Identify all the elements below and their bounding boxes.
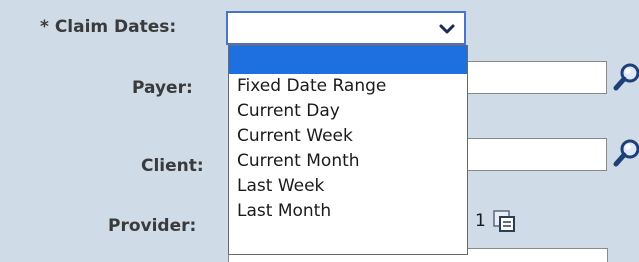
payer-lookup-button[interactable]	[612, 62, 639, 92]
dropdown-option-current-day[interactable]: Current Day	[229, 99, 467, 124]
copy-icon	[493, 210, 515, 232]
provider-copy-button[interactable]	[492, 209, 516, 233]
dropdown-option-current-week[interactable]: Current Week	[229, 124, 467, 149]
client-label: Client:	[141, 156, 204, 176]
claim-dates-select[interactable]	[226, 11, 466, 45]
provider-count: 1	[475, 211, 486, 231]
magnifier-icon	[613, 63, 639, 91]
dropdown-option-current-month[interactable]: Current Month	[229, 149, 467, 174]
dropdown-option-last-week[interactable]: Last Week	[229, 174, 467, 199]
provider-label: Provider:	[108, 216, 197, 236]
dropdown-option-fixed-date-range[interactable]: Fixed Date Range	[229, 74, 467, 99]
chevron-down-icon	[439, 24, 455, 34]
claim-dates-label-text: Claim Dates:	[54, 17, 177, 37]
magnifier-icon	[613, 139, 639, 167]
dropdown-option-last-month[interactable]: Last Month	[229, 199, 467, 224]
dropdown-option-blank[interactable]	[229, 46, 467, 74]
client-lookup-button[interactable]	[612, 138, 639, 168]
payer-label: Payer:	[132, 78, 193, 98]
claim-dates-dropdown-list[interactable]: Fixed Date Range Current Day Current Wee…	[228, 45, 468, 255]
claim-dates-label: * Claim Dates:	[40, 17, 176, 37]
required-marker: *	[40, 17, 49, 37]
